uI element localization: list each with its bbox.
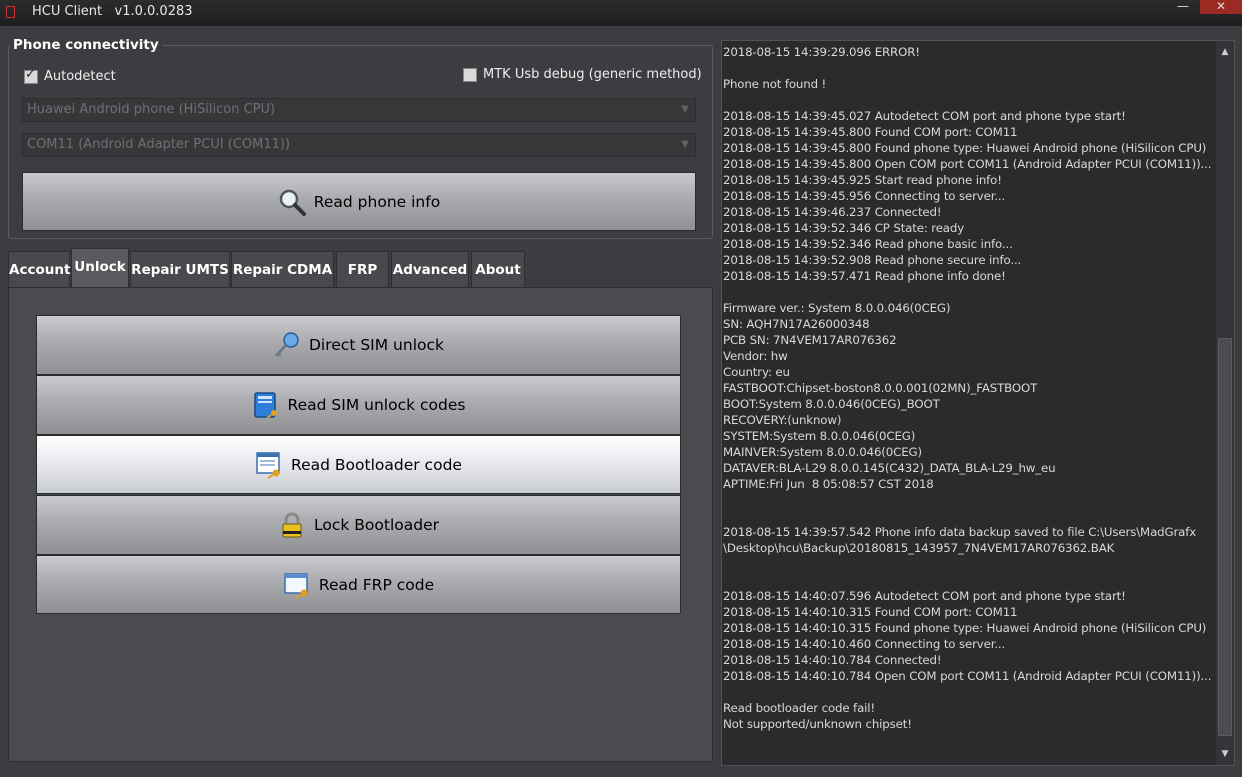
read-phone-info-button[interactable]: Read phone info	[22, 172, 696, 231]
tab-repair-cdma[interactable]: Repair CDMA	[231, 251, 334, 288]
app-icon	[6, 6, 15, 18]
padlock-icon	[278, 511, 306, 539]
lock-bootloader-button[interactable]: Lock Bootloader	[36, 495, 681, 555]
autodetect-label: Autodetect	[44, 69, 116, 84]
mtk-check-icon[interactable]	[463, 67, 477, 82]
com-port-value: COM11 (Android Adapter PCUI (COM11))	[27, 137, 291, 152]
document-key-icon	[255, 451, 283, 479]
phone-type-select[interactable]: Huawei Android phone (HiSilicon CPU) ▼	[22, 98, 696, 122]
autodetect-check-icon[interactable]	[24, 67, 38, 84]
log-panel[interactable]: 2018-08-15 14:39:29.096 ERROR! Phone not…	[721, 40, 1235, 766]
magnifier-icon	[278, 188, 306, 216]
read-bootloader-code-button[interactable]: Read Bootloader code	[36, 435, 681, 494]
read-phone-info-label: Read phone info	[313, 192, 441, 211]
chevron-down-icon[interactable]: ▼	[675, 99, 695, 121]
log-text: 2018-08-15 14:39:29.096 ERROR! Phone not…	[723, 45, 1212, 731]
close-button[interactable]: ✕	[1200, 0, 1242, 14]
tab-repair-umts[interactable]: Repair UMTS	[130, 251, 230, 288]
tab-about[interactable]: About	[471, 251, 525, 288]
direct-sim-unlock-label: Direct SIM unlock	[309, 336, 444, 354]
read-frp-code-button[interactable]: Read FRP code	[36, 555, 681, 614]
com-port-select[interactable]: COM11 (Android Adapter PCUI (COM11)) ▼	[22, 133, 696, 157]
minimize-button[interactable]: —	[1166, 0, 1200, 14]
scroll-down-icon[interactable]: ▼	[1216, 745, 1234, 763]
tab-account[interactable]: Account	[8, 251, 70, 288]
direct-sim-unlock-button[interactable]: Direct SIM unlock	[36, 315, 681, 375]
book-key-icon	[252, 391, 280, 419]
phone-type-value: Huawei Android phone (HiSilicon CPU)	[27, 102, 276, 117]
read-frp-code-label: Read FRP code	[318, 575, 435, 594]
log-scrollbar[interactable]: ▲ ▼	[1216, 41, 1234, 765]
window-key-icon	[283, 571, 311, 599]
mtk-debug-label: MTK Usb debug (generic method)	[483, 67, 702, 82]
title-bar: HCU Client v1.0.0.0283 — ✕	[0, 0, 1242, 26]
read-sim-unlock-codes-label: Read SIM unlock codes	[287, 396, 466, 414]
read-bootloader-code-label: Read Bootloader code	[291, 455, 462, 474]
chevron-down-icon[interactable]: ▼	[675, 134, 695, 156]
scroll-up-icon[interactable]: ▲	[1216, 43, 1234, 61]
mtk-debug-checkbox[interactable]: MTK Usb debug (generic method)	[463, 67, 702, 82]
autodetect-checkbox[interactable]: Autodetect	[24, 67, 116, 84]
key-icon	[273, 331, 301, 359]
lock-bootloader-label: Lock Bootloader	[314, 516, 439, 534]
scrollbar-thumb[interactable]	[1218, 338, 1232, 736]
tab-advanced[interactable]: Advanced	[391, 251, 469, 288]
window-title: HCU Client v1.0.0.0283	[32, 4, 193, 19]
read-sim-unlock-codes-button[interactable]: Read SIM unlock codes	[36, 375, 681, 435]
phone-connectivity-title: Phone connectivity	[10, 37, 162, 53]
tab-unlock[interactable]: Unlock	[71, 248, 129, 288]
tab-frp[interactable]: FRP	[336, 251, 389, 288]
